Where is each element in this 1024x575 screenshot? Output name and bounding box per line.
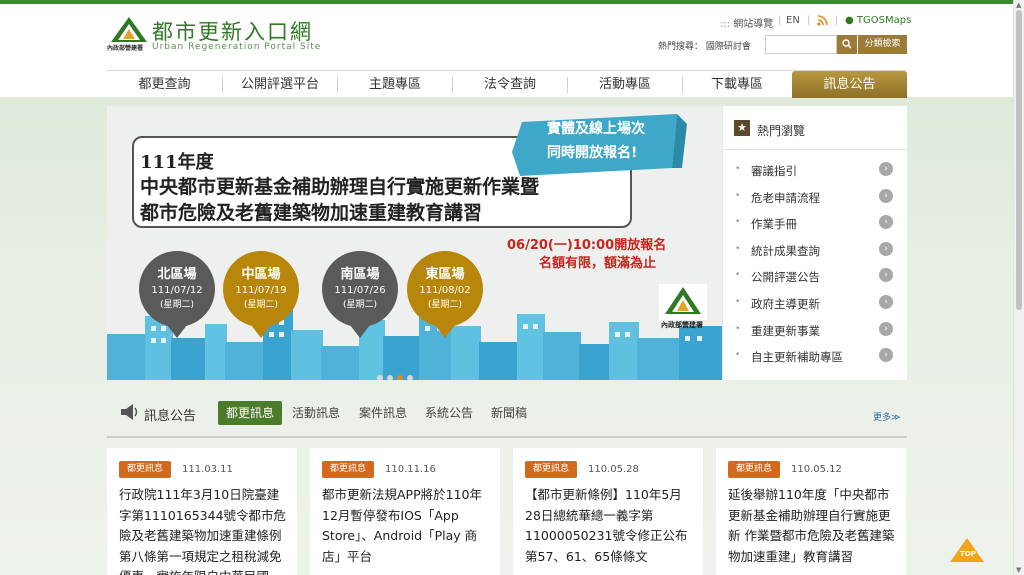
hot-item[interactable]: • 審議指引 › bbox=[723, 158, 908, 185]
session-bubble-east: 東區場 111/08/02 (星期二) bbox=[407, 251, 483, 338]
news-card[interactable]: 都更訊息 110.05.28 【都市更新條例】110年5月28日總統華總一義字第… bbox=[513, 448, 703, 575]
news-text[interactable]: 行政院111年3月10日院臺建字第1110165344號令都市危險及老舊建築物加… bbox=[119, 485, 289, 575]
news-text[interactable]: 都市更新法規APP將於110年12月暫停發布IOS「App Store」、And… bbox=[322, 485, 492, 567]
hot-item[interactable]: • 公開評選公告 › bbox=[723, 264, 908, 291]
rss-icon[interactable] bbox=[817, 15, 828, 29]
hot-browse-panel: ★ 熱門瀏覽 • 審議指引 › • 危老申請流程 › • 作業手冊 › • 統計成果查詢 › •… bbox=[722, 106, 908, 380]
news-date: 110.11.16 bbox=[385, 464, 436, 475]
scroll-down-icon[interactable]: ▼ bbox=[1016, 566, 1021, 574]
site-subtitle: Urban Regeneration Portal Site bbox=[152, 42, 322, 52]
hot-item[interactable]: • 自主更新補助專區 › bbox=[723, 344, 908, 371]
search-icon bbox=[842, 39, 852, 49]
news-card[interactable]: 都更訊息 111.03.11 行政院111年3月10日院臺建字第11101653… bbox=[107, 448, 297, 575]
category-tag: 都更訊息 bbox=[119, 461, 171, 478]
registration-note: 名額有限，額滿為止 bbox=[539, 256, 657, 271]
hot-search-label[interactable]: 熱門搜尋： 國際研討會 bbox=[658, 39, 751, 52]
news-date: 111.03.11 bbox=[182, 464, 233, 475]
util-divider: | bbox=[778, 15, 782, 26]
slide-dot[interactable] bbox=[407, 375, 413, 380]
top-label: TOP bbox=[960, 550, 976, 558]
hot-item[interactable]: • 統計成果查詢 › bbox=[723, 238, 908, 265]
main-nav: 都更查詢 公開評選平台 主題專區 法令查詢 活動專區 下載專區 訊息公告 bbox=[107, 70, 907, 98]
chevron-right-icon: › bbox=[879, 294, 893, 309]
star-icon: ★ bbox=[734, 120, 750, 136]
tab-activity-news[interactable]: 活動訊息 bbox=[288, 401, 344, 425]
hot-item[interactable]: • 作業手冊 › bbox=[723, 211, 908, 238]
session-bubble-north: 北區場 111/07/12 (星期二) bbox=[139, 251, 215, 338]
news-header: 訊息公告 都更訊息 活動訊息 案件訊息 系統公告 新聞稿 更多≫ bbox=[107, 398, 907, 438]
ribbon-line: 同時開放報名! bbox=[547, 145, 638, 161]
tab-system-news[interactable]: 系統公告 bbox=[421, 401, 477, 425]
map-pin-icon: ● bbox=[845, 15, 854, 26]
hero-banner[interactable]: 111年度 中央都市更新基金補助辦理自行實施更新作業暨 都市危險及老舊建築物加速… bbox=[107, 106, 722, 380]
banner-title-line: 都市危險及老舊建築物加速重建教育講習 bbox=[140, 202, 483, 224]
chevron-right-icon: › bbox=[879, 268, 893, 283]
banner-logo-text: 內政部營建署 bbox=[661, 321, 703, 329]
hot-browse-list: • 審議指引 › • 危老申請流程 › • 作業手冊 › • 統計成果查詢 › • 公開評選公告 ›… bbox=[723, 158, 908, 371]
session-bubble-south: 南區場 111/07/26 (星期二) bbox=[322, 251, 398, 338]
grid-icon: ::: bbox=[720, 19, 731, 30]
category-tag: 都更訊息 bbox=[525, 461, 577, 478]
banner-logo: 內政部營建署 bbox=[659, 284, 707, 329]
news-date: 110.05.28 bbox=[588, 464, 639, 475]
banner-year: 111年度 bbox=[140, 152, 214, 173]
chevron-right-icon: › bbox=[879, 162, 893, 176]
hot-item[interactable]: • 危老申請流程 › bbox=[723, 185, 908, 212]
news-text[interactable]: 【都市更新條例】110年5月28日總統華總一義字第11000050231號令修正… bbox=[525, 485, 695, 567]
slide-dot[interactable] bbox=[377, 375, 383, 380]
tab-urban-news[interactable]: 都更訊息 bbox=[218, 401, 282, 425]
chevron-right-icon: › bbox=[879, 241, 893, 256]
hot-item[interactable]: • 政府主導更新 › bbox=[723, 291, 908, 318]
nav-item-regulations[interactable]: 法令查詢 bbox=[453, 71, 567, 98]
news-text[interactable]: 延後舉辦110年度「中央都市更新基金補助辦理自行實施更新 作業暨都市危險及老舊建… bbox=[728, 485, 898, 567]
top-accent-bar bbox=[0, 0, 1024, 4]
category-tag: 都更訊息 bbox=[728, 461, 780, 478]
util-divider: | bbox=[835, 15, 839, 26]
hot-browse-title: 熱門瀏覽 bbox=[757, 124, 806, 138]
nav-item-activities[interactable]: 活動專區 bbox=[568, 71, 682, 98]
advanced-search-button[interactable]: 分類檢索 bbox=[858, 35, 907, 54]
category-tag: 都更訊息 bbox=[322, 461, 374, 478]
search-input[interactable] bbox=[765, 35, 837, 54]
sitemap-link[interactable]: ::: 網站導覽 bbox=[720, 15, 773, 30]
tab-case-news[interactable]: 案件訊息 bbox=[355, 401, 411, 425]
scroll-up-icon[interactable]: ▲ bbox=[1016, 1, 1021, 9]
news-section-title: 訊息公告 bbox=[144, 409, 197, 424]
tgos-maps-link[interactable]: ● TGOSMaps bbox=[845, 15, 911, 26]
hot-browse-header: ★ 熱門瀏覽 bbox=[723, 106, 908, 150]
slide-dot-active[interactable] bbox=[397, 375, 403, 380]
news-date: 110.05.12 bbox=[791, 464, 842, 475]
chevron-right-icon: › bbox=[879, 321, 893, 336]
ribbon-line: 實體及線上場次 bbox=[547, 121, 645, 137]
chevron-right-icon: › bbox=[879, 188, 893, 203]
registration-date: 06/20(一)10:00開放報名 bbox=[507, 238, 667, 253]
back-to-top-button[interactable]: TOP bbox=[948, 536, 986, 564]
slide-dot[interactable] bbox=[387, 375, 393, 380]
nav-item-topics[interactable]: 主題專區 bbox=[338, 71, 452, 98]
more-link[interactable]: 更多≫ bbox=[873, 410, 900, 423]
banner-title-line: 中央都市更新基金補助辦理自行實施更新作業暨 bbox=[140, 176, 540, 198]
search-button[interactable] bbox=[837, 35, 857, 54]
nav-item-announcements[interactable]: 訊息公告 bbox=[792, 71, 907, 98]
nav-item-downloads[interactable]: 下載專區 bbox=[683, 71, 791, 98]
vertical-scrollbar[interactable]: ▲ ▼ bbox=[1013, 0, 1024, 575]
logo-text: 內政部營建署 bbox=[107, 45, 144, 52]
english-link[interactable]: EN bbox=[786, 15, 800, 26]
news-card[interactable]: 都更訊息 110.11.16 都市更新法規APP將於110年12月暫停發布IOS… bbox=[310, 448, 500, 575]
chevron-right-icon: › bbox=[879, 215, 893, 230]
slide-indicators bbox=[377, 366, 417, 380]
site-logo[interactable]: 內政部營建署 bbox=[107, 14, 151, 54]
util-divider: | bbox=[807, 15, 811, 26]
chevron-right-icon: › bbox=[879, 348, 893, 363]
nav-item-urban-query[interactable]: 都更查詢 bbox=[107, 71, 222, 98]
hot-item[interactable]: • 重建更新事業 › bbox=[723, 318, 908, 345]
scrollbar-thumb[interactable] bbox=[1016, 10, 1022, 310]
tab-press-release[interactable]: 新聞稿 bbox=[487, 401, 531, 425]
megaphone-icon bbox=[121, 404, 138, 420]
news-card[interactable]: 都更訊息 110.05.12 延後舉辦110年度「中央都市更新基金補助辦理自行實… bbox=[716, 448, 906, 575]
nav-item-public-selection[interactable]: 公開評選平台 bbox=[223, 71, 337, 98]
session-bubble-central: 中區場 111/07/19 (星期二) bbox=[223, 251, 299, 338]
